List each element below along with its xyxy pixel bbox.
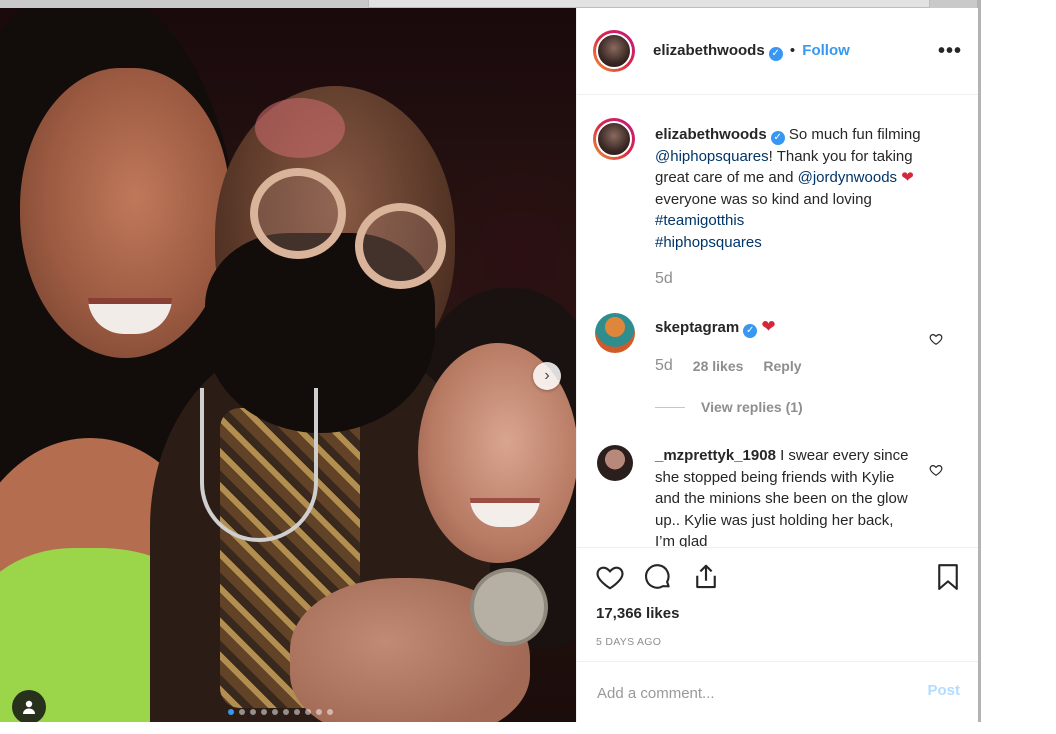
follow-button[interactable]: Follow: [802, 42, 850, 59]
heart-emoji: ❤: [901, 169, 914, 186]
more-icon[interactable]: •••: [938, 40, 962, 63]
share-icon[interactable]: [691, 562, 721, 592]
user-tag-button[interactable]: [12, 690, 46, 722]
post-actions: 17,366 likes 5 DAYS AGO: [577, 547, 978, 662]
view-replies-label: View replies (1): [701, 399, 803, 415]
carousel-dot: [294, 709, 300, 715]
carousel-dot: [272, 709, 278, 715]
caption-text-1: So much fun filming: [788, 126, 921, 143]
post-photo[interactable]: ›: [0, 8, 576, 722]
photo-art: [250, 168, 346, 259]
photo-art: [255, 98, 345, 158]
hashtag-link[interactable]: #hiphopsquares: [655, 234, 762, 251]
comments-list[interactable]: elizabethwoods ✓ So much fun filming @hip…: [577, 95, 978, 547]
caption-text-3: everyone was so kind and loving: [655, 190, 872, 208]
verified-icon: ✓: [768, 47, 783, 61]
carousel-dot: [283, 709, 289, 715]
comment-text: ❤: [761, 317, 776, 336]
carousel-dot: [261, 709, 267, 715]
dot-separator: •: [789, 42, 796, 59]
reply-button[interactable]: Reply: [763, 358, 801, 374]
caption-text: elizabethwoods ✓ So much fun filming @hip…: [655, 124, 935, 253]
avatar[interactable]: [593, 118, 635, 160]
heart-icon[interactable]: [929, 332, 943, 346]
carousel-dot: [250, 709, 256, 715]
comment-username[interactable]: skeptagram: [655, 319, 739, 336]
post-date[interactable]: 5 DAYS AGO: [596, 636, 661, 648]
view-replies-button[interactable]: View replies (1): [655, 399, 803, 415]
avatar[interactable]: [595, 313, 635, 353]
post-button[interactable]: Post: [927, 682, 960, 699]
carousel-dots: [228, 709, 333, 715]
carousel-dot: [316, 709, 322, 715]
mention-link[interactable]: @hiphopsquares: [655, 148, 769, 165]
chevron-right-icon: ›: [544, 367, 550, 384]
carousel-next-button[interactable]: ›: [533, 362, 561, 390]
bookmark-icon[interactable]: [933, 562, 963, 592]
comment-body: skeptagram ✓ ❤: [655, 317, 776, 338]
comment-meta: 5d 28 likes Reply: [655, 357, 802, 375]
mention-link[interactable]: @jordynwoods: [798, 169, 897, 186]
photo-art: [470, 568, 548, 646]
avatar[interactable]: [597, 445, 633, 481]
heart-icon[interactable]: [929, 463, 943, 477]
user-tag-icon: [23, 700, 35, 714]
comment-body: _mzprettyk_1908 I swear every since she …: [655, 445, 915, 547]
post-header: elizabethwoods ✓ • Follow •••: [577, 8, 978, 95]
caption-time[interactable]: 5d: [655, 270, 673, 288]
comment-icon[interactable]: [643, 562, 673, 592]
heart-icon[interactable]: [595, 562, 625, 592]
verified-icon: ✓: [743, 324, 758, 338]
comment-likes[interactable]: 28 likes: [693, 358, 744, 374]
header-title: elizabethwoods ✓ • Follow: [653, 42, 850, 61]
hashtag-link[interactable]: #teamigotthis: [655, 212, 744, 229]
verified-icon: ✓: [770, 131, 785, 145]
browser-address-sliver: [368, 0, 930, 8]
carousel-dot: [228, 709, 234, 715]
comment-input[interactable]: [595, 680, 899, 706]
divider: [655, 406, 685, 408]
browser-top-strip: [0, 0, 980, 8]
header-username[interactable]: elizabethwoods: [653, 42, 765, 59]
add-comment-bar: Post: [577, 661, 978, 723]
avatar[interactable]: [593, 30, 635, 72]
post-panel: elizabethwoods ✓ • Follow ••• elizabethwo…: [576, 8, 978, 722]
photo-art: [200, 388, 318, 542]
comment-time[interactable]: 5d: [655, 357, 673, 375]
caption-username[interactable]: elizabethwoods: [655, 126, 767, 143]
photo-art: [355, 203, 446, 289]
carousel-dot: [327, 709, 333, 715]
carousel-dot: [305, 709, 311, 715]
comment-username[interactable]: _mzprettyk_1908: [655, 447, 776, 464]
carousel-dot: [239, 709, 245, 715]
likes-count[interactable]: 17,366 likes: [596, 605, 679, 622]
